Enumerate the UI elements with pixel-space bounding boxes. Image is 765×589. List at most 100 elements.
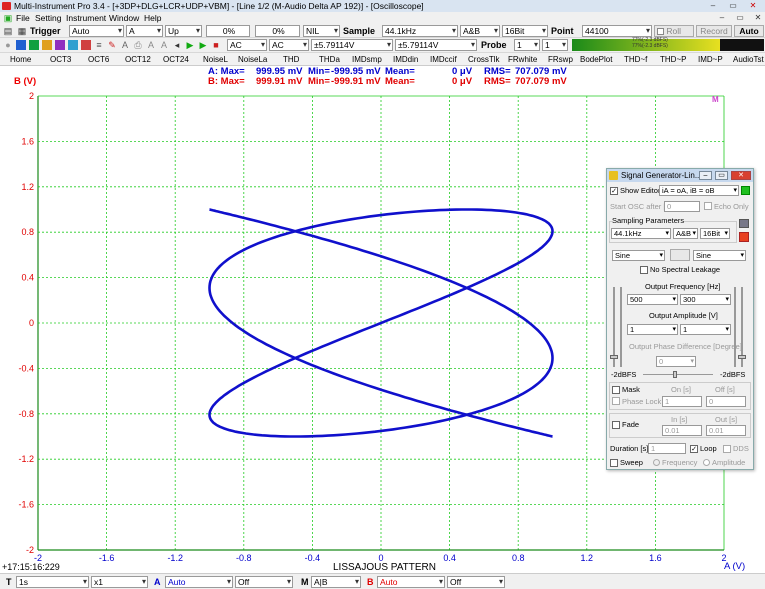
trigger-mode-select[interactable]: Auto [69, 25, 124, 37]
channel-a-off-select[interactable]: Off [235, 576, 293, 588]
trigger-channel-select[interactable]: A [126, 25, 163, 37]
minimize-button[interactable]: – [704, 1, 722, 11]
tab-thd-f[interactable]: THD~f [624, 53, 647, 66]
math-mode-select[interactable]: A|B [311, 576, 361, 588]
roll-button[interactable]: Roll [654, 25, 694, 37]
tab-oct3[interactable]: OCT3 [50, 53, 71, 66]
fade-checkbox[interactable] [612, 421, 620, 429]
tab-frwhite[interactable]: FRwhite [508, 53, 537, 66]
phase-select[interactable]: 0 [656, 356, 696, 367]
font-b-icon[interactable]: A [159, 40, 169, 50]
sweep-checkbox[interactable] [610, 459, 618, 467]
trigger-delay-input[interactable]: 0% [255, 25, 300, 37]
channel-b-off-select[interactable]: Off [447, 576, 505, 588]
slider-b-thumb[interactable] [738, 355, 746, 359]
print-icon[interactable]: ⎙ [133, 40, 143, 50]
tab-thd-p[interactable]: THD~P [660, 53, 686, 66]
range-a-select[interactable]: ±5.79114V [311, 39, 393, 51]
signal-generator-titlebar[interactable]: Signal Generator-Lin... – ▭ ✕ [607, 169, 753, 182]
mdi-minimize-button[interactable]: – [713, 13, 731, 23]
multimeter-icon[interactable] [42, 40, 52, 50]
auto-button[interactable]: Auto [734, 25, 764, 37]
record-button[interactable]: Record [696, 25, 732, 37]
tab-imd-p[interactable]: IMD~P [698, 53, 723, 66]
tab-oct6[interactable]: OCT6 [88, 53, 109, 66]
coupling-b-select[interactable]: AC [269, 39, 309, 51]
save-icon[interactable]: ▦ [17, 26, 27, 36]
cursor-icon[interactable]: ✎ [107, 40, 117, 50]
tab-audiotst[interactable]: AudioTst [733, 53, 764, 66]
siggen-music-icon[interactable] [739, 232, 749, 242]
point-select[interactable]: 44100 [582, 25, 652, 37]
wave-b-select[interactable]: Sine [693, 250, 746, 261]
mask-on-input[interactable]: 1 [662, 396, 702, 407]
mask-off-input[interactable]: 0 [706, 396, 746, 407]
amplitude-b-select[interactable]: 1 [680, 324, 731, 335]
generator-icon[interactable] [55, 40, 65, 50]
frequency-radio[interactable] [653, 459, 660, 466]
channel-b-mode-select[interactable]: Auto [377, 576, 445, 588]
probe-b-select[interactable]: 1 [542, 39, 568, 51]
fade-in-input[interactable]: 0.01 [662, 425, 702, 436]
siggen-save-icon[interactable] [739, 219, 749, 228]
maximize-button[interactable]: ▭ [724, 1, 742, 11]
editor-formula-select[interactable]: iA = oA, iB = oB [659, 185, 739, 196]
font-a-icon[interactable]: A [146, 40, 156, 50]
tab-imddin[interactable]: IMDdin [393, 53, 418, 66]
frequency-a-select[interactable]: 500 [627, 294, 678, 305]
close-button[interactable]: ✕ [744, 1, 762, 11]
show-editor-checkbox[interactable]: ✓ [610, 187, 618, 195]
stop-square-icon[interactable]: ■ [211, 40, 221, 50]
tab-thda[interactable]: THDa [319, 53, 340, 66]
play-icon[interactable]: ▶ [185, 40, 195, 50]
zoom-select[interactable]: x1 [91, 576, 148, 588]
probe-a-select[interactable]: 1 [514, 39, 540, 51]
signal-generator-window[interactable]: Signal Generator-Lin... – ▭ ✕ ✓ Show Edi… [606, 168, 754, 470]
tab-imdsmp[interactable]: IMDsmp [352, 53, 382, 66]
spectrum-icon[interactable] [29, 40, 39, 50]
siggen-channels-select[interactable]: A&B [673, 228, 698, 239]
amplitude-a-select[interactable]: 1 [627, 324, 678, 335]
balance-slider-thumb[interactable] [673, 371, 677, 378]
open-icon[interactable]: ▤ [3, 26, 13, 36]
tab-noisela[interactable]: NoiseLa [238, 53, 267, 66]
mask-checkbox[interactable] [612, 386, 620, 394]
slider-a-thumb[interactable] [610, 355, 618, 359]
channels-select[interactable]: A&B [460, 25, 500, 37]
dds-checkbox[interactable] [723, 445, 731, 453]
menu-file[interactable]: File [16, 12, 30, 24]
menu-setting[interactable]: Setting [35, 12, 61, 24]
siggen-maximize-button[interactable]: ▭ [715, 171, 728, 180]
datalogger-icon[interactable] [81, 40, 91, 50]
timebase-select[interactable]: 1s [16, 576, 89, 588]
tab-noisel[interactable]: NoiseL [203, 53, 228, 66]
device-icon[interactable]: ≡ [94, 40, 104, 50]
tab-home[interactable]: Home [10, 53, 31, 66]
tab-frswp[interactable]: FRswp [548, 53, 573, 66]
menu-instrument[interactable]: Instrument [66, 12, 106, 24]
amplitude-radio[interactable] [703, 459, 710, 466]
trigger-edge-select[interactable]: Up [165, 25, 202, 37]
phase-lock-checkbox[interactable] [612, 397, 620, 405]
link-button[interactable] [670, 249, 690, 261]
frequency-b-select[interactable]: 300 [680, 294, 731, 305]
stop-icon[interactable]: ● [3, 40, 13, 50]
wave-a-select[interactable]: Sine [612, 250, 665, 261]
tab-oct24[interactable]: OCT24 [163, 53, 189, 66]
apply-green-icon[interactable] [741, 186, 750, 195]
tab-imdccif[interactable]: IMDccif [430, 53, 457, 66]
tab-thd[interactable]: THD [283, 53, 299, 66]
start-osc-input[interactable]: 0 [664, 201, 700, 212]
mdi-close-button[interactable]: ✕ [749, 13, 765, 23]
tab-crosstlk[interactable]: CrossTlk [468, 53, 500, 66]
menu-help[interactable]: Help [144, 12, 161, 24]
mdi-restore-button[interactable]: ▭ [731, 13, 749, 23]
sample-rate-select[interactable]: 44.1kHz [382, 25, 458, 37]
coupling-a-select[interactable]: AC [227, 39, 267, 51]
fade-out-input[interactable]: 0.01 [706, 425, 746, 436]
menu-window[interactable]: Window [109, 12, 139, 24]
spectrum3d-icon[interactable] [68, 40, 78, 50]
siggen-close-button[interactable]: ✕ [731, 171, 751, 180]
font-up-icon[interactable]: A [120, 40, 130, 50]
speaker-icon[interactable]: ◂ [172, 40, 182, 50]
